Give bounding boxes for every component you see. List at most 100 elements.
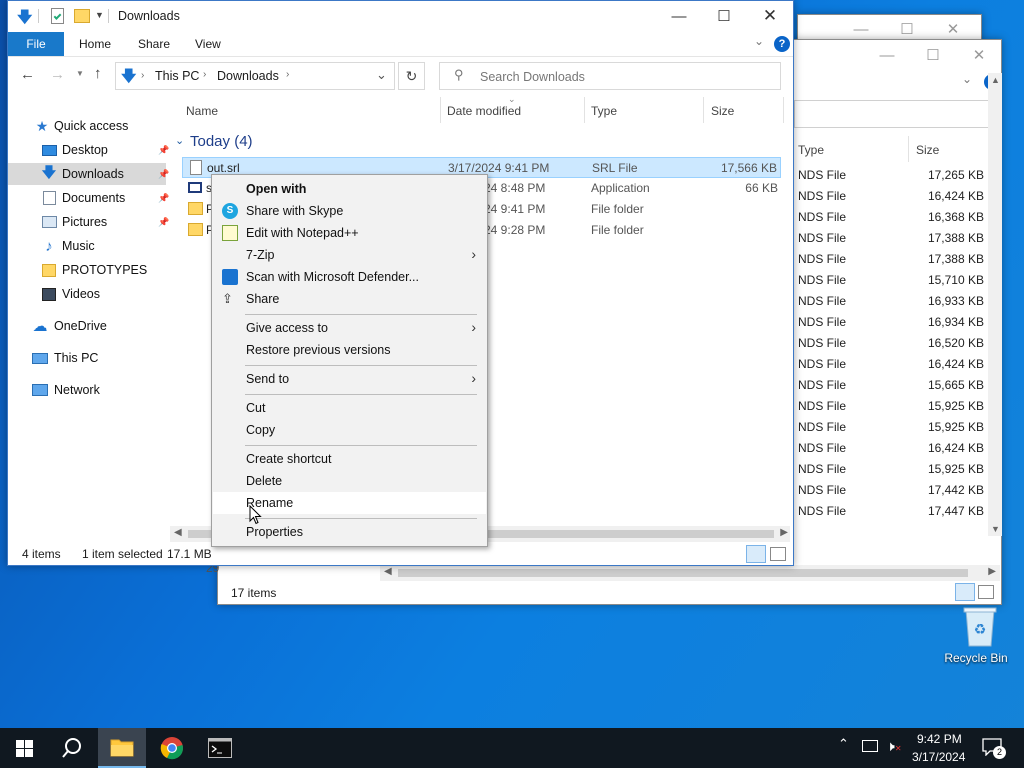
submenu-arrow-icon: › (471, 246, 476, 262)
file-type: NDS File (798, 252, 847, 266)
pin-icon[interactable]: 📌 (158, 217, 169, 228)
terminal-icon (208, 738, 232, 758)
file-size: 15,925 KB (927, 462, 984, 476)
quick-access-down-icon[interactable]: 🡇 (17, 7, 32, 32)
menu-delete[interactable]: Delete (213, 470, 486, 492)
chrome-taskbar-button[interactable] (148, 728, 196, 768)
close-button[interactable]: ✕ (747, 1, 793, 31)
menu-send-to[interactable]: Send to › (213, 368, 486, 390)
expand-ribbon-icon[interactable]: ⌄ (754, 34, 764, 48)
tab-view[interactable]: View (195, 37, 221, 51)
large-icons-view-icon[interactable] (978, 585, 994, 599)
nav-music[interactable]: ♪ Music (8, 235, 173, 257)
details-view-icon[interactable] (955, 583, 975, 601)
nav-prototypes[interactable]: PROTOTYPES (8, 259, 173, 281)
details-view-icon[interactable] (746, 545, 766, 563)
menu-7zip[interactable]: 7-Zip › (213, 244, 486, 266)
file-type: NDS File (798, 378, 847, 392)
file-size: 17,265 KB (927, 168, 984, 182)
tab-file[interactable]: File (8, 32, 64, 56)
recycle-bin-label: Recycle Bin (944, 651, 1008, 665)
scrollbar-vertical[interactable]: ▲ ▼ (988, 73, 1002, 536)
forward-arrow-icon[interactable]: → (50, 66, 65, 83)
refresh-button[interactable]: ↻ (398, 62, 425, 90)
back-arrow-icon[interactable]: ← (20, 66, 35, 83)
file-type: NDS File (798, 231, 847, 245)
clock-date[interactable]: 3/17/2024 (912, 750, 965, 764)
file-date: 24 8:48 PM (484, 181, 546, 195)
minimize-button[interactable]: — (864, 40, 910, 70)
properties-icon[interactable] (51, 8, 64, 24)
nav-this-pc[interactable]: This PC (8, 347, 173, 369)
column-header-date-modified[interactable]: Date modified (447, 104, 521, 118)
up-arrow-icon[interactable]: ↑ (94, 65, 102, 82)
menu-cut[interactable]: Cut (213, 397, 486, 419)
address-dropdown-icon[interactable]: ⌄ (376, 67, 387, 83)
breadcrumb-downloads[interactable]: Downloads (217, 69, 279, 83)
nav-pictures[interactable]: Pictures 📌 (8, 211, 173, 233)
column-header-type[interactable]: Type (591, 104, 617, 118)
menu-restore-versions[interactable]: Restore previous versions (213, 339, 486, 361)
notification-center-button[interactable]: 2 (982, 738, 1006, 759)
clock-time[interactable]: 9:42 PM (917, 732, 962, 746)
column-header-size[interactable]: Size (916, 143, 939, 157)
column-header-type[interactable]: Type (798, 143, 824, 157)
recent-locations-icon[interactable]: ▼ (76, 69, 84, 78)
file-size: 16,520 KB (927, 336, 984, 350)
breadcrumb-this-pc[interactable]: This PC (155, 69, 199, 83)
nav-onedrive[interactable]: ☁ OneDrive (8, 315, 173, 337)
help-icon[interactable]: ? (774, 36, 790, 52)
nav-videos[interactable]: Videos (8, 283, 173, 305)
scrollbar-horizontal[interactable]: ◀ ▶ (380, 565, 1000, 581)
minimize-button[interactable]: — (656, 1, 702, 31)
column-header-size[interactable]: Size (711, 104, 734, 118)
folder-icon (188, 202, 203, 215)
address-bar[interactable]: 🡇 › This PC › Downloads › ⌄ (115, 62, 395, 90)
navigation-pane: ★ Quick access Desktop 📌 🡇 Downloads 📌 Docum… (8, 111, 173, 541)
menu-scan-defender[interactable]: Scan with Microsoft Defender... (213, 266, 486, 288)
menu-copy[interactable]: Copy (213, 419, 486, 441)
file-explorer-taskbar-button[interactable] (98, 728, 146, 768)
maximize-button[interactable]: ☐ (701, 1, 747, 31)
network-status-icon[interactable] (862, 740, 878, 752)
network-icon (32, 383, 48, 397)
file-type: File folder (591, 202, 644, 216)
recycle-bin-icon: ♻ (963, 607, 997, 647)
search-button[interactable] (48, 728, 96, 768)
tab-home[interactable]: Home (79, 37, 111, 51)
menu-share-with-skype[interactable]: S Share with Skype (213, 200, 486, 222)
menu-share[interactable]: ⇪ Share (213, 288, 486, 310)
new-folder-icon[interactable] (74, 9, 90, 23)
nav-downloads[interactable]: 🡇 Downloads 📌 (8, 163, 169, 185)
large-icons-view-icon[interactable] (770, 547, 786, 561)
nav-network[interactable]: Network (8, 379, 173, 401)
search-box[interactable] (794, 100, 989, 128)
show-hidden-icons-button[interactable]: ⌃ (838, 736, 849, 752)
pin-icon[interactable]: 📌 (158, 145, 169, 156)
volume-muted-icon[interactable]: 🕨✕ (886, 738, 902, 755)
menu-create-shortcut[interactable]: Create shortcut (213, 448, 486, 470)
group-collapse-icon[interactable]: ⌄ (175, 134, 184, 147)
nav-documents[interactable]: Documents 📌 (8, 187, 173, 209)
group-header-today[interactable]: Today (4) (190, 133, 253, 150)
nav-quick-access[interactable]: ★ Quick access (8, 115, 173, 137)
nav-desktop[interactable]: Desktop 📌 (8, 139, 173, 161)
terminal-taskbar-button[interactable] (196, 728, 244, 768)
tab-share[interactable]: Share (138, 37, 170, 51)
recycle-bin[interactable]: ♻ Recycle Bin (940, 604, 1012, 674)
column-header-name[interactable]: Name (186, 104, 218, 118)
file-size: 15,665 KB (927, 378, 984, 392)
start-button[interactable] (0, 728, 48, 768)
menu-open-with[interactable]: Open with (213, 178, 486, 200)
file-size: 17,388 KB (927, 231, 984, 245)
close-button[interactable]: ✕ (956, 40, 1002, 70)
file-date: 3/17/2024 9:41 PM (448, 161, 550, 175)
maximize-button[interactable]: ☐ (910, 40, 956, 70)
pin-icon[interactable]: 📌 (158, 193, 169, 204)
customize-toolbar-icon[interactable]: ▼ (95, 10, 104, 20)
chevron-down-icon[interactable]: ⌄ (962, 72, 972, 86)
pin-icon[interactable]: 📌 (158, 169, 169, 180)
menu-edit-notepad-plus[interactable]: Edit with Notepad++ (213, 222, 486, 244)
search-input[interactable]: ⚲ Search Downloads (439, 62, 781, 90)
menu-give-access[interactable]: Give access to › (213, 317, 486, 339)
